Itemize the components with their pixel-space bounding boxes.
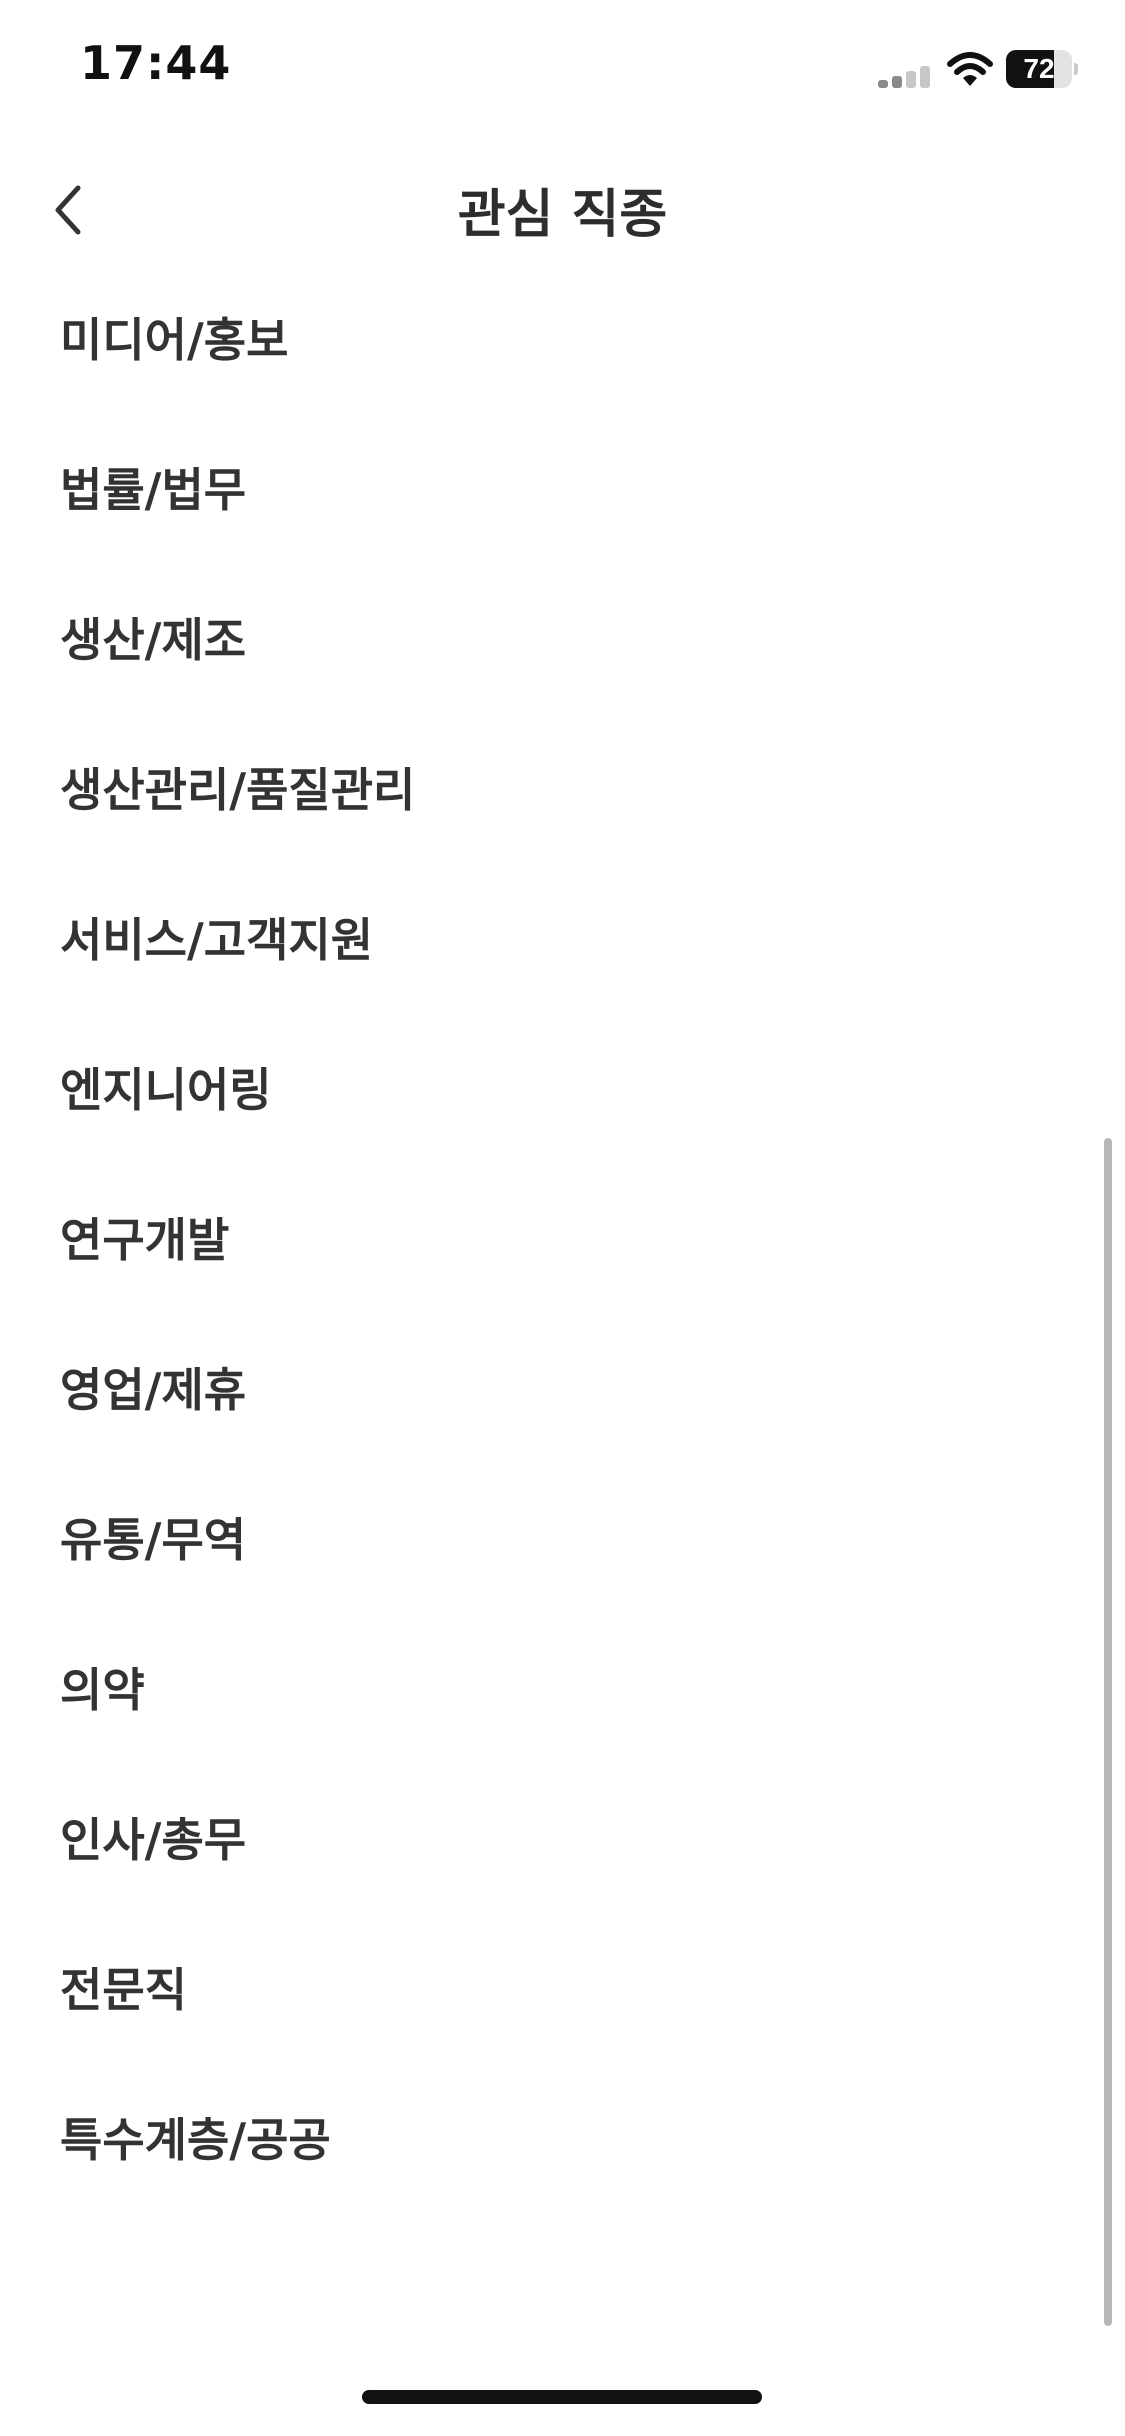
job-category-list: 미디어/홍보 법률/법무 생산/제조 생산관리/품질관리 서비스/고객지원 엔지니어링 연구… <box>0 290 1125 2240</box>
job-category-item[interactable]: 전문직 <box>0 1940 1125 2090</box>
job-category-item[interactable]: 연구개발 <box>0 1190 1125 1340</box>
job-category-item[interactable]: 생산관리/품질관리 <box>0 740 1125 890</box>
battery-body: 72 <box>1006 50 1072 88</box>
job-category-item[interactable]: 서비스/고객지원 <box>0 890 1125 1040</box>
signal-bar <box>906 71 916 88</box>
job-category-item[interactable]: 법률/법무 <box>0 440 1125 590</box>
nav-bar: 관심 직종 <box>0 150 1125 270</box>
job-category-item[interactable]: 영업/제휴 <box>0 1340 1125 1490</box>
signal-bar <box>892 76 902 88</box>
job-category-item[interactable]: 인사/총무 <box>0 1790 1125 1940</box>
job-category-item[interactable]: 엔지니어링 <box>0 1040 1125 1190</box>
status-time: 17:44 <box>80 36 232 90</box>
signal-bar <box>920 66 930 88</box>
job-category-item[interactable]: 유통/무역 <box>0 1490 1125 1640</box>
battery-icon: 72 <box>1006 50 1078 88</box>
battery-percent: 72 <box>1023 53 1055 84</box>
job-category-item[interactable]: 미디어/홍보 <box>0 290 1125 440</box>
job-category-item[interactable]: 의약 <box>0 1640 1125 1790</box>
status-bar: 17:44 72 <box>0 0 1125 140</box>
cellular-signal-icon <box>878 64 934 88</box>
page-title: 관심 직종 <box>457 185 668 245</box>
wifi-icon <box>946 50 994 90</box>
signal-bar <box>878 80 888 88</box>
battery-cap <box>1074 63 1078 75</box>
job-category-item[interactable]: 특수계층/공공 <box>0 2090 1125 2240</box>
scrollbar[interactable] <box>1104 1138 1112 2326</box>
job-category-item[interactable]: 생산/제조 <box>0 590 1125 740</box>
home-indicator[interactable] <box>362 2390 762 2404</box>
